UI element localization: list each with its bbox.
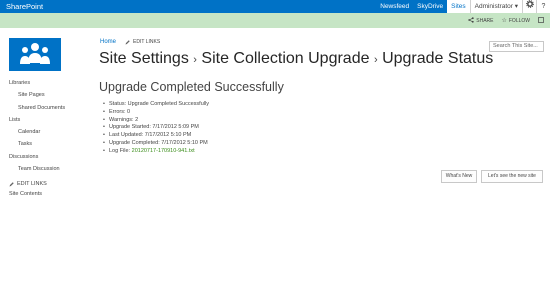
people-logo-icon — [20, 43, 50, 64]
focus-icon — [538, 16, 544, 25]
status-line-log-file: Log File: 20120717-170910-941.txt — [103, 147, 209, 156]
user-menu[interactable]: Administrator ▾ — [469, 0, 522, 13]
breadcrumb-separator-icon: › — [373, 54, 378, 66]
help-icon[interactable]: ? — [536, 0, 550, 13]
nav-edit-links-label: EDIT LINKS — [17, 181, 47, 188]
status-line-started: Upgrade Started: 7/17/2012 5:09 PM — [103, 124, 209, 132]
page-title-breadcrumb: Site Settings › Site Collection Upgrade … — [99, 49, 493, 70]
focus-button[interactable] — [538, 16, 544, 25]
share-icon — [468, 16, 474, 25]
nav-item-discussions[interactable]: Discussions — [9, 154, 94, 166]
nav-item-team-discussion[interactable]: Team Discussion — [9, 166, 94, 178]
gear-icon[interactable] — [522, 0, 536, 13]
breadcrumb-upgrade-status: Upgrade Status — [382, 50, 494, 67]
follow-label: FOLLOW — [508, 17, 530, 24]
nav-edit-links[interactable]: EDIT LINKS — [9, 178, 94, 190]
upgrade-status-list: Status: Upgrade Completed Successfully E… — [103, 101, 209, 156]
ribbon: SHARE ☆ FOLLOW — [0, 13, 550, 28]
top-nav-edit-links[interactable]: EDIT LINKS — [125, 39, 160, 45]
pencil-icon — [9, 182, 14, 187]
nav-item-shared-documents[interactable]: Shared Documents — [9, 105, 94, 117]
nav-item-site-contents[interactable]: Site Contents — [9, 191, 94, 203]
nav-item-site-pages[interactable]: Site Pages — [9, 92, 94, 104]
log-file-link[interactable]: 20120717-170910-941.txt — [132, 148, 195, 154]
status-line-errors: Errors: 0 — [103, 109, 209, 117]
nav-item-lists[interactable]: Lists — [9, 117, 94, 129]
suite-link-skydrive[interactable]: SkyDrive — [413, 0, 447, 13]
breadcrumb-site-settings[interactable]: Site Settings — [99, 50, 189, 67]
sharepoint-brand[interactable]: SharePoint — [6, 1, 43, 12]
search-input[interactable]: Search This Site... — [489, 41, 544, 52]
status-line-updated: Last Updated: 7/17/2012 5:10 PM — [103, 132, 209, 140]
top-nav-home[interactable]: Home — [100, 39, 116, 45]
log-file-label: Log File: — [109, 147, 131, 154]
share-label: SHARE — [476, 17, 494, 24]
suite-link-sites[interactable]: Sites — [447, 0, 470, 13]
nav-item-tasks[interactable]: Tasks — [9, 141, 94, 153]
follow-button[interactable]: ☆ FOLLOW — [501, 17, 530, 25]
chevron-down-icon: ▾ — [514, 3, 518, 10]
edit-links-label: EDIT LINKS — [133, 39, 161, 45]
quick-launch: Libraries Site Pages Shared Documents Li… — [9, 80, 94, 203]
status-line-status: Status: Upgrade Completed Successfully — [103, 101, 209, 109]
share-button[interactable]: SHARE — [468, 16, 494, 25]
user-name: Administrator — [474, 3, 513, 10]
suite-links: Newsfeed SkyDrive Sites Administrator ▾ … — [376, 0, 550, 13]
suite-bar: SharePoint Newsfeed SkyDrive Sites Admin… — [0, 0, 550, 13]
see-new-site-button[interactable]: Let's see the new site — [481, 170, 543, 183]
breadcrumb-site-collection-upgrade[interactable]: Site Collection Upgrade — [201, 50, 369, 67]
upgrade-status-heading: Upgrade Completed Successfully — [99, 80, 284, 94]
nav-item-calendar[interactable]: Calendar — [9, 129, 94, 141]
star-icon: ☆ — [501, 18, 507, 24]
status-line-warnings: Warnings: 2 — [103, 117, 209, 125]
site-logo[interactable] — [9, 38, 61, 71]
ribbon-actions: SHARE ☆ FOLLOW — [468, 13, 544, 28]
nav-item-libraries[interactable]: Libraries — [9, 80, 94, 92]
status-line-completed: Upgrade Completed: 7/17/2012 5:10 PM — [103, 140, 209, 148]
suite-link-newsfeed[interactable]: Newsfeed — [376, 0, 413, 13]
top-nav: Home EDIT LINKS — [100, 39, 160, 45]
breadcrumb-separator-icon: › — [193, 54, 197, 66]
pencil-icon — [125, 39, 130, 44]
whats-new-button[interactable]: What's New — [441, 170, 477, 183]
